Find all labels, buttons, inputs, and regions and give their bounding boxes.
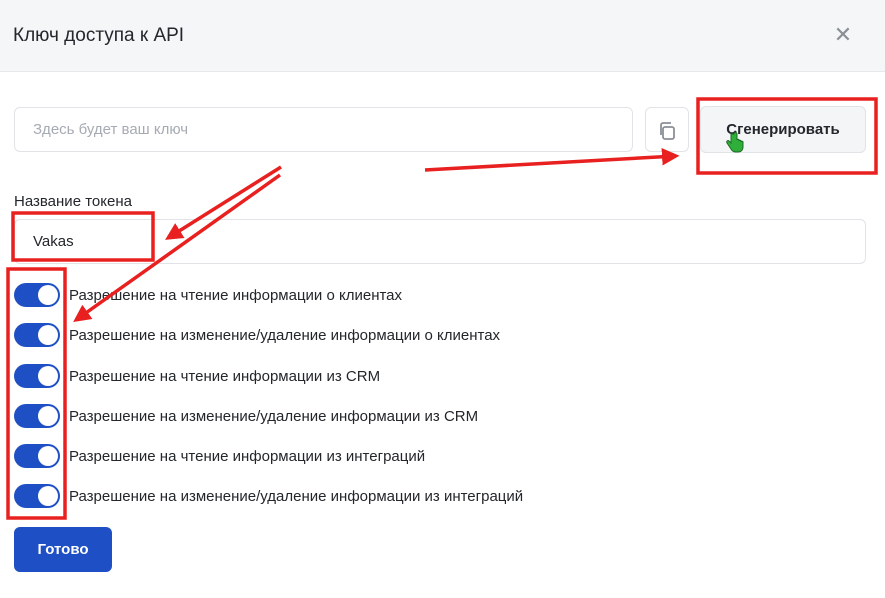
toggle-knob (38, 406, 58, 426)
permission-label: Разрешение на изменение/удаление информа… (69, 326, 501, 344)
copy-button[interactable] (645, 107, 689, 152)
toggle-knob (38, 486, 58, 506)
permission-toggle[interactable] (14, 364, 60, 388)
permission-toggle[interactable] (14, 404, 60, 428)
arrow-to-generate (424, 148, 680, 172)
permission-row: Разрешение на изменение/удаление информа… (14, 403, 478, 429)
generate-button[interactable]: Сгенерировать (700, 106, 866, 153)
permission-label: Разрешение на изменение/удаление информа… (69, 487, 524, 505)
token-name-input[interactable] (14, 219, 866, 264)
permission-toggle[interactable] (14, 484, 60, 508)
permission-row: Разрешение на чтение информации из CRM (14, 363, 380, 389)
permission-toggle[interactable] (14, 444, 60, 468)
permission-label: Разрешение на чтение информации из CRM (69, 367, 381, 385)
done-button[interactable]: Готово (14, 527, 112, 572)
permission-label: Разрешение на изменение/удаление информа… (69, 407, 479, 425)
toggle-knob (38, 446, 58, 466)
permission-label: Разрешение на чтение информации из интег… (69, 447, 426, 465)
permission-row: Разрешение на чтение информации из интег… (14, 443, 425, 469)
permission-row: Разрешение на чтение информации о клиент… (14, 282, 402, 308)
close-icon[interactable]: ✕ (832, 24, 854, 46)
permission-label: Разрешение на чтение информации о клиент… (69, 286, 403, 304)
permission-row: Разрешение на изменение/удаление информа… (14, 483, 523, 509)
api-key-dialog: Ключ доступа к API ✕ Сгенерировать Назва… (0, 0, 885, 598)
toggle-knob (38, 366, 58, 386)
dialog-title: Ключ доступа к API (13, 25, 185, 46)
permission-toggle[interactable] (14, 283, 60, 307)
token-name-label: Название токена (14, 193, 132, 210)
api-key-input[interactable] (14, 107, 633, 152)
permission-toggle[interactable] (14, 323, 60, 347)
permission-row: Разрешение на изменение/удаление информа… (14, 322, 500, 348)
toggle-knob (38, 285, 58, 305)
copy-icon (660, 122, 675, 140)
dialog-header: Ключ доступа к API ✕ (0, 0, 885, 72)
toggle-knob (38, 325, 58, 345)
